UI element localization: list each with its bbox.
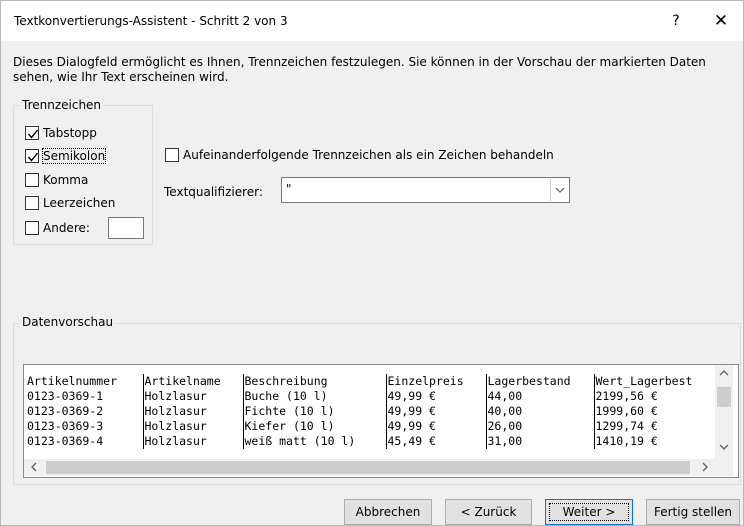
preview-header-cell: Beschreibung	[242, 374, 386, 389]
scroll-up-icon[interactable]	[718, 367, 730, 382]
komma-label: Komma	[43, 173, 89, 187]
text-qualifier-label: Textqualifizierer:	[164, 185, 263, 199]
back-button[interactable]: < Zurück	[445, 499, 532, 525]
preview-cell: 44,00	[485, 389, 594, 404]
consecutive-delimiters-row[interactable]: Aufeinanderfolgende Trennzeichen als ein…	[165, 146, 554, 164]
dialog-description: Dieses Dialogfeld ermöglicht es Ihnen, T…	[13, 55, 706, 84]
text-import-wizard-dialog: Textkonvertierungs-Assistent - Schritt 2…	[0, 0, 744, 526]
finish-button[interactable]: Fertig stellen	[646, 499, 740, 525]
dropdown-button[interactable]	[550, 179, 568, 201]
andere-label: Andere:	[43, 221, 90, 235]
preview-cell: 0123-0369-1	[27, 389, 104, 403]
preview-cell: 1410,19 €	[593, 434, 718, 449]
horizontal-scroll-thumb[interactable]	[46, 461, 690, 474]
data-preview-legend: Datenvorschau	[20, 315, 116, 329]
komma-checkbox[interactable]	[25, 173, 39, 187]
preview-table: Artikelnummer Artikelname Beschreibung E…	[26, 374, 718, 449]
preview-cell: 26,00	[485, 419, 594, 434]
semikolon-label: Semikolon	[41, 148, 107, 164]
checkmark-icon	[27, 129, 39, 139]
leerzeichen-checkbox[interactable]	[25, 196, 39, 210]
other-delimiter-input[interactable]	[108, 217, 144, 239]
vertical-scrollbar[interactable]	[715, 365, 733, 459]
vertical-scroll-thumb[interactable]	[717, 387, 731, 407]
andere-checkbox[interactable]	[25, 221, 39, 235]
checkmark-icon	[27, 152, 39, 162]
preview-cell: Holzlasur	[142, 404, 243, 419]
preview-cell: 31,00	[485, 434, 594, 449]
preview-cell: 0123-0369-4	[27, 434, 104, 448]
preview-cell: Holzlasur	[142, 434, 243, 449]
preview-cell: Holzlasur	[142, 389, 243, 404]
preview-cell: 45,49 €	[385, 434, 486, 449]
preview-header-cell: Einzelpreis	[385, 374, 486, 389]
help-button[interactable]: ?	[665, 10, 687, 32]
next-button[interactable]: Weiter >	[545, 499, 633, 525]
preview-cell: Kiefer (10 l)	[242, 419, 386, 434]
preview-cell: Buche (10 l)	[242, 389, 386, 404]
checkbox-komma-row[interactable]: Komma	[25, 171, 88, 189]
checkbox-tabstopp-row[interactable]: Tabstopp	[25, 124, 97, 142]
scroll-left-icon[interactable]	[28, 461, 40, 476]
preview-cell: 2199,56 €	[593, 389, 718, 404]
consecutive-delimiters-label: Aufeinanderfolgende Trennzeichen als ein…	[183, 148, 554, 162]
preview-header-cell: Artikelnummer	[27, 374, 118, 388]
preview-row: 0123-0369-4 Holzlasur weiß matt (10 l) 4…	[26, 434, 718, 449]
preview-cell: 0123-0369-2	[27, 404, 104, 418]
cancel-button[interactable]: Abbrechen	[344, 499, 432, 525]
window-title: Textkonvertierungs-Assistent - Schritt 2…	[14, 14, 288, 28]
preview-header-row: Artikelnummer Artikelname Beschreibung E…	[26, 374, 718, 389]
preview-cell: Holzlasur	[142, 419, 243, 434]
next-button-label: Weiter >	[546, 500, 632, 524]
delimiters-legend: Trennzeichen	[20, 98, 104, 112]
preview-cell: 49,99 €	[385, 389, 486, 404]
close-button[interactable]: ✕	[707, 9, 735, 33]
preview-cell: 49,99 €	[385, 404, 486, 419]
preview-cell: 49,99 €	[385, 419, 486, 434]
preview-cell: 1999,60 €	[593, 404, 718, 419]
preview-row: 0123-0369-1 Holzlasur Buche (10 l) 49,99…	[26, 389, 718, 404]
tabstopp-label: Tabstopp	[43, 126, 97, 140]
checkbox-andere-row[interactable]: Andere:	[25, 219, 90, 237]
preview-cell: weiß matt (10 l)	[242, 434, 386, 449]
chevron-down-icon	[555, 187, 565, 193]
preview-header-cell: Wert_Lagerbest	[593, 374, 718, 389]
horizontal-scrollbar[interactable]	[24, 459, 715, 476]
scrollbar-corner	[715, 459, 733, 476]
preview-cell: 0123-0369-3	[27, 419, 104, 433]
preview-row: 0123-0369-3 Holzlasur Kiefer (10 l) 49,9…	[26, 419, 718, 434]
close-icon: ✕	[713, 11, 729, 31]
title-bar: Textkonvertierungs-Assistent - Schritt 2…	[1, 1, 743, 41]
leerzeichen-label: Leerzeichen	[43, 196, 116, 210]
preview-header-cell: Artikelname	[142, 374, 243, 389]
consecutive-delimiters-checkbox[interactable]	[165, 148, 179, 162]
preview-header-cell: Lagerbestand	[485, 374, 594, 389]
text-qualifier-value: "	[286, 182, 292, 196]
checkbox-leerzeichen-row[interactable]: Leerzeichen	[25, 194, 115, 212]
semikolon-checkbox[interactable]	[25, 149, 39, 163]
preview-cell: 40,00	[485, 404, 594, 419]
checkbox-semikolon-row[interactable]: Semikolon	[25, 147, 107, 165]
scroll-right-icon[interactable]	[699, 461, 711, 476]
tabstopp-checkbox[interactable]	[25, 126, 39, 140]
preview-cell: Fichte (10 l)	[242, 404, 386, 419]
text-qualifier-select[interactable]: "	[281, 177, 570, 203]
scroll-down-icon[interactable]	[718, 441, 730, 456]
preview-cell: 1299,74 €	[593, 419, 718, 434]
preview-row: 0123-0369-2 Holzlasur Fichte (10 l) 49,9…	[26, 404, 718, 419]
